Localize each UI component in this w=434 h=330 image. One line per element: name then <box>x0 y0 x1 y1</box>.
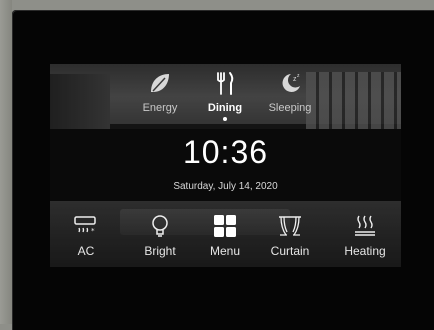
control-bright[interactable]: Bright <box>128 214 192 258</box>
scene-dining-label: Dining <box>207 102 243 114</box>
scene-energy[interactable]: Energy <box>125 70 195 114</box>
clock-time: 10:36 <box>182 134 269 170</box>
fork-knife-icon <box>217 72 234 95</box>
control-ac-label: AC <box>77 244 95 258</box>
control-heating-label: Heating <box>344 244 386 258</box>
active-scene-indicator <box>223 117 227 121</box>
scene-sleeping[interactable]: z z Sleeping <box>255 70 325 114</box>
control-curtain[interactable]: Curtain <box>258 214 322 258</box>
control-heating[interactable]: Heating <box>333 214 397 258</box>
scene-sleeping-label: Sleeping <box>268 102 312 114</box>
clock-date: Saturday, July 14, 2020 <box>173 181 278 192</box>
curtain-icon <box>279 216 301 236</box>
svg-text:z: z <box>297 73 300 79</box>
air-conditioner-icon: * <box>74 216 96 235</box>
scene-dining[interactable]: Dining <box>190 70 260 121</box>
control-ac[interactable]: * AC <box>54 214 118 258</box>
light-bulb-icon <box>152 215 168 237</box>
control-menu-label: Menu <box>209 244 241 258</box>
heating-icon <box>355 215 375 236</box>
moon-zz-icon: z z <box>282 73 300 92</box>
control-menu[interactable]: Menu <box>193 214 257 258</box>
svg-text:*: * <box>91 227 95 235</box>
wall <box>0 0 12 324</box>
scene-energy-label: Energy <box>142 102 178 114</box>
control-bright-label: Bright <box>144 244 176 258</box>
control-curtain-label: Curtain <box>270 244 310 258</box>
leaf-icon <box>151 74 169 92</box>
grid-menu-icon <box>214 215 236 237</box>
touch-screen: Energy Dining z z Sleeping 10:36 Saturda… <box>50 64 401 267</box>
